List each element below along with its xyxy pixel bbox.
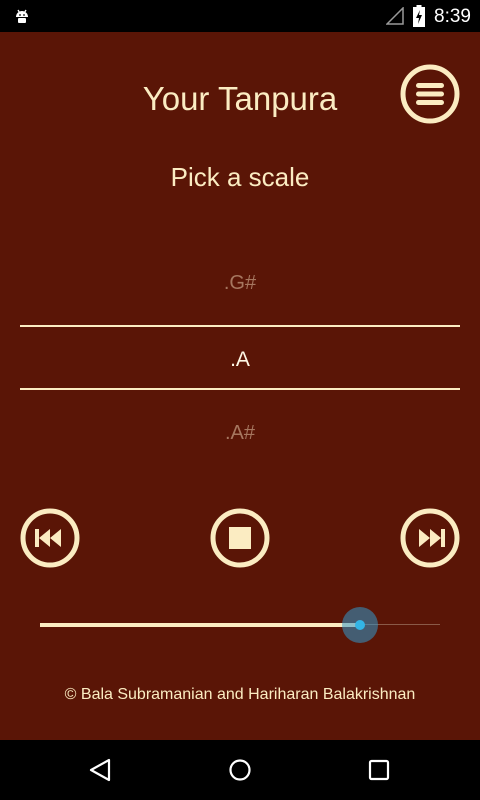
scale-picker[interactable]: .G# .A .A# [20,250,460,470]
navigation-bar [0,740,480,800]
next-button[interactable] [400,508,460,568]
scale-option-previous[interactable]: .G# [20,272,460,295]
skip-next-icon [400,508,460,568]
skip-previous-icon [20,508,80,568]
status-clock: 8:39 [434,6,471,27]
app-screen: 8:39 Your Tanpura Pick a scale .G# .A .A… [0,0,480,800]
status-bar: 8:39 [0,0,480,32]
stop-button[interactable] [210,508,270,568]
menu-button[interactable] [400,64,460,124]
picker-divider-bottom [20,388,460,390]
previous-button[interactable] [20,508,80,568]
picker-divider-top [20,325,460,327]
pick-scale-label: Pick a scale [170,162,310,192]
copyright-text: © Bala Subramanian and Hariharan Balakri… [64,686,416,703]
slider-thumb[interactable] [355,620,365,630]
signal-icon [386,7,404,25]
stop-icon [210,508,270,568]
scale-option-next[interactable]: .A# [20,422,460,445]
hamburger-menu-icon [400,64,460,124]
slider-track-fill [40,623,360,627]
scale-option-selected[interactable]: .A [20,348,460,372]
volume-slider[interactable] [40,607,440,643]
back-nav-icon[interactable] [86,755,116,785]
recents-nav-icon[interactable] [364,755,394,785]
battery-charging-icon [413,5,425,27]
android-debug-icon [15,9,29,24]
home-nav-icon[interactable] [225,755,255,785]
